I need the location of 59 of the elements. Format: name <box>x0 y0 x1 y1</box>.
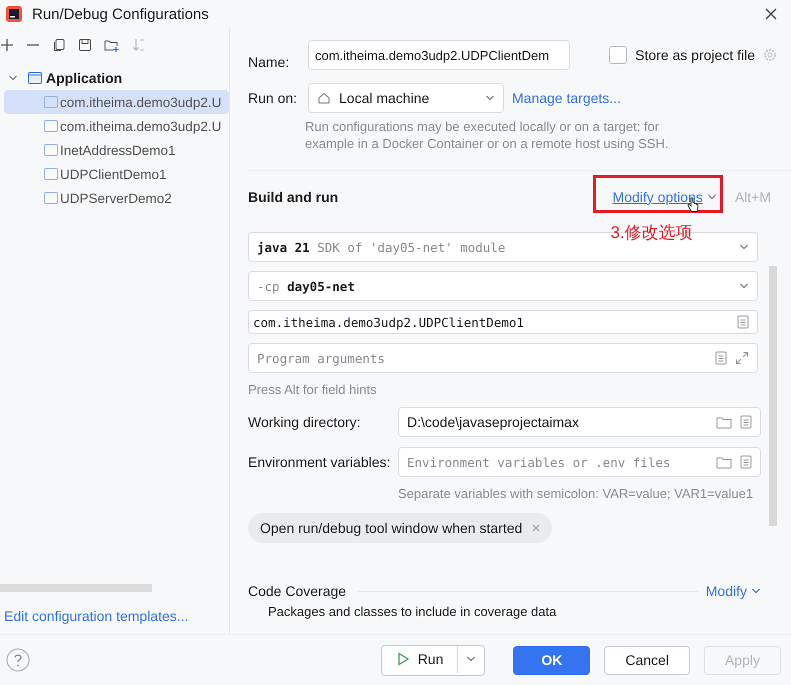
application-icon <box>44 168 58 180</box>
document-icon[interactable] <box>715 351 727 365</box>
home-icon <box>317 91 331 105</box>
application-icon <box>44 144 58 156</box>
document-icon[interactable] <box>737 315 749 329</box>
save-icon[interactable] <box>78 38 92 52</box>
cancel-button[interactable]: Cancel <box>604 646 690 674</box>
modify-options-link[interactable]: Modify options <box>612 189 703 205</box>
checkbox[interactable] <box>609 46 628 64</box>
copy-icon[interactable] <box>52 38 66 52</box>
document-icon[interactable] <box>740 455 752 469</box>
expand-chevron-icon[interactable] <box>8 73 18 83</box>
tree-item[interactable]: Application <box>46 70 122 86</box>
field-label: Run on: <box>248 90 298 106</box>
field-label: Working directory: <box>248 414 362 430</box>
field-label: Name: <box>248 54 290 70</box>
expand-icon[interactable] <box>735 351 749 365</box>
tree-item[interactable]: com.itheima.demo3udp2.U <box>4 114 229 138</box>
folder-icon[interactable] <box>716 456 732 468</box>
window-title: Run/Debug Configurations <box>32 6 210 22</box>
application-icon <box>44 96 58 108</box>
application-icon <box>44 192 58 204</box>
new-folder-icon[interactable] <box>104 38 120 52</box>
classpath-dropdown[interactable]: -cp day05-net <box>248 271 758 301</box>
application-icon <box>28 72 42 84</box>
scrollbar[interactable] <box>0 584 152 592</box>
field-label: Environment variables: <box>248 454 390 470</box>
name-field[interactable]: com.itheima.demo3udp2.UDPClientDem <box>308 40 570 70</box>
hint-text: Run configurations may be executed locally or on a target: for example in a Docker Container or on a remote host using SSH. <box>305 118 670 152</box>
manage-targets-link[interactable]: Manage targets... <box>512 90 621 106</box>
application-icon <box>44 120 58 132</box>
section-title: Build and run <box>248 189 338 205</box>
ok-button[interactable]: OK <box>513 646 590 674</box>
help-icon[interactable] <box>6 648 30 672</box>
tree-item[interactable]: UDPServerDemo2 <box>4 186 229 210</box>
hint-text: Separate variables with semicolon: VAR=value; VAR1=value1 <box>398 486 754 501</box>
document-icon[interactable] <box>740 415 752 429</box>
app-logo-icon <box>6 6 22 22</box>
option-chip[interactable]: Open run/debug tool window when started <box>248 513 552 543</box>
working-directory-field[interactable]: D:\code\javaseprojectaimax <box>398 407 761 437</box>
run-on-dropdown[interactable]: Local machine <box>308 83 504 113</box>
scrollbar[interactable] <box>769 266 777 526</box>
coverage-text: Packages and classes to include in coverage data <box>267 604 558 619</box>
tree-item[interactable]: InetAddressDemo1 <box>4 138 229 162</box>
tree-item[interactable]: UDPClientDemo1 <box>4 162 229 186</box>
play-icon <box>396 652 410 666</box>
close-icon[interactable] <box>765 8 777 20</box>
checkbox-label: Store as project file <box>635 47 755 63</box>
sort-icon[interactable] <box>132 38 146 52</box>
edit-templates-link[interactable]: Edit configuration templates... <box>4 608 229 624</box>
add-icon[interactable] <box>0 38 14 52</box>
folder-icon[interactable] <box>716 416 732 428</box>
settings-icon[interactable] <box>763 48 777 62</box>
section-title: Code Coverage <box>248 583 346 599</box>
hint-text: Press Alt for field hints <box>248 382 378 397</box>
tree-item[interactable]: com.itheima.demo3udp2.U <box>4 90 229 114</box>
main-class-field[interactable]: com.itheima.demo3udp2.UDPClientDemo1 <box>248 310 758 334</box>
modify-link[interactable]: Modify <box>706 583 747 599</box>
shortcut-text: Alt+M <box>734 189 771 205</box>
